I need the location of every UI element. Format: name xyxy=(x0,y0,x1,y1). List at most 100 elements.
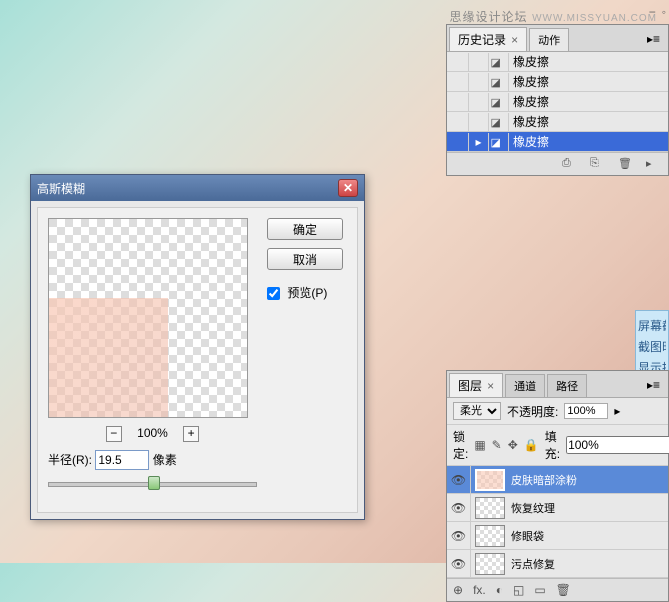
close-icon[interactable]: ✕ xyxy=(338,179,358,197)
new-group-icon[interactable]: ▭ xyxy=(534,583,545,597)
visibility-eye-icon[interactable]: 👁 xyxy=(447,550,471,577)
close-panel-icon[interactable]: ◦ xyxy=(662,5,666,19)
layer-thumbnail[interactable] xyxy=(475,525,505,547)
layer-name[interactable]: 污点修复 xyxy=(509,556,668,572)
layer-mask-icon[interactable]: ◐ xyxy=(496,583,503,597)
minimize-icon[interactable]: − xyxy=(649,5,656,19)
lock-paint-icon[interactable]: ✎ xyxy=(492,438,502,452)
blur-preview[interactable] xyxy=(48,218,248,418)
layer-thumbnail[interactable] xyxy=(475,553,505,575)
watermark-url: WWW.MISSYUAN.COM xyxy=(532,13,657,24)
preview-label: 预览(P) xyxy=(287,286,327,300)
history-item-label: 橡皮擦 xyxy=(509,73,549,90)
history-new-doc-icon[interactable]: ⎙ xyxy=(562,157,578,171)
layer-name[interactable]: 皮肤暗部涂粉 xyxy=(509,472,668,488)
lock-all-icon[interactable]: 🔒 xyxy=(524,438,539,452)
zoom-out-button[interactable]: − xyxy=(106,426,122,442)
lock-label: 锁定: xyxy=(453,428,468,462)
history-col2 xyxy=(469,73,489,91)
blend-mode-select[interactable]: 柔光 xyxy=(453,402,501,420)
history-item-label: 橡皮擦 xyxy=(509,113,549,130)
eraser-icon: ◪ xyxy=(489,73,509,91)
dialog-titlebar[interactable]: 高斯模糊 ✕ xyxy=(31,175,364,201)
ok-button[interactable]: 确定 xyxy=(267,218,343,240)
history-item[interactable]: ▸◪橡皮擦 xyxy=(447,132,668,152)
layer-fx-icon[interactable]: fx. xyxy=(473,583,486,597)
radius-input[interactable] xyxy=(95,450,149,470)
zoom-controls: − 100% + xyxy=(48,426,257,442)
watermark-text: 思缘设计论坛 xyxy=(449,10,527,24)
history-more-icon[interactable]: ▸ xyxy=(646,157,662,171)
layer-row[interactable]: 👁 皮肤暗部涂粉 xyxy=(447,466,668,494)
cancel-button[interactable]: 取消 xyxy=(267,248,343,270)
history-col1 xyxy=(449,93,469,111)
history-snapshot-icon[interactable]: ⎘ xyxy=(590,157,606,171)
layers-tabs: 图层 × 通道 路径 ▸≡ xyxy=(447,371,668,398)
eraser-icon: ◪ xyxy=(489,93,509,111)
tab-close-icon[interactable]: × xyxy=(511,33,518,47)
layer-thumbnail[interactable] xyxy=(475,469,505,491)
layers-list: 👁 皮肤暗部涂粉 👁 恢复纹理 👁 修眼袋 👁 污点修复 xyxy=(447,466,668,578)
history-col2 xyxy=(469,93,489,111)
tab-paths[interactable]: 路径 xyxy=(547,374,587,397)
zoom-in-button[interactable]: + xyxy=(183,426,199,442)
history-footer: ⎙ ⎘ 🗑 ▸ xyxy=(447,152,668,175)
history-item[interactable]: ◪橡皮擦 xyxy=(447,92,668,112)
history-item-label: 橡皮擦 xyxy=(509,133,549,150)
fill-label: 填充: xyxy=(545,428,560,462)
info-row-0: 屏幕截 xyxy=(638,315,666,336)
radius-slider[interactable] xyxy=(48,474,257,494)
visibility-eye-icon[interactable]: 👁 xyxy=(447,494,471,521)
tab-layers-label: 图层 xyxy=(458,379,482,393)
tab-layers[interactable]: 图层 × xyxy=(449,373,503,397)
delete-layer-icon[interactable]: 🗑 xyxy=(556,583,571,597)
history-col1 xyxy=(449,133,469,151)
visibility-eye-icon[interactable]: 👁 xyxy=(447,466,471,493)
history-item-label: 橡皮擦 xyxy=(509,93,549,110)
opacity-input[interactable] xyxy=(564,403,608,419)
history-col2 xyxy=(469,113,489,131)
slider-thumb[interactable] xyxy=(148,476,160,490)
eraser-icon: ◪ xyxy=(489,53,509,71)
layer-row[interactable]: 👁 修眼袋 xyxy=(447,522,668,550)
layer-row[interactable]: 👁 污点修复 xyxy=(447,550,668,578)
layer-options-row: 柔光 不透明度: ▸ xyxy=(447,398,668,425)
history-delete-icon[interactable]: 🗑 xyxy=(618,157,634,171)
zoom-percent: 100% xyxy=(137,426,168,440)
history-item[interactable]: ◪橡皮擦 xyxy=(447,72,668,92)
history-list: ◪橡皮擦◪橡皮擦◪橡皮擦◪橡皮擦▸◪橡皮擦 xyxy=(447,52,668,152)
history-panel: − ◦ 历史记录 × 动作 ▸≡ ◪橡皮擦◪橡皮擦◪橡皮擦◪橡皮擦▸◪橡皮擦 ⎙… xyxy=(446,24,669,176)
lock-transparent-icon[interactable]: ▦ xyxy=(474,438,485,452)
panel-menu-icon[interactable]: ▸≡ xyxy=(641,378,666,392)
layers-panel: 图层 × 通道 路径 ▸≡ 柔光 不透明度: ▸ 锁定: ▦ ✎ ✥ 🔒 填充:… xyxy=(446,370,669,602)
tab-actions[interactable]: 动作 xyxy=(529,28,569,51)
history-item-label: 橡皮擦 xyxy=(509,53,549,70)
preview-checkbox[interactable] xyxy=(267,287,280,300)
adjustment-layer-icon[interactable]: ◱ xyxy=(513,583,524,597)
fill-input[interactable] xyxy=(566,436,669,454)
history-col2 xyxy=(469,53,489,71)
chevron-icon[interactable]: ▸ xyxy=(614,404,620,418)
layer-name[interactable]: 修眼袋 xyxy=(509,528,668,544)
history-item[interactable]: ◪橡皮擦 xyxy=(447,112,668,132)
watermark: 思缘设计论坛 WWW.MISSYUAN.COM xyxy=(449,8,657,25)
history-col1 xyxy=(449,113,469,131)
history-item[interactable]: ◪橡皮擦 xyxy=(447,52,668,72)
history-tabs: 历史记录 × 动作 ▸≡ xyxy=(447,25,668,52)
radius-label: 半径(R): xyxy=(48,453,92,467)
link-layers-icon[interactable]: ⊕ xyxy=(453,583,463,597)
panel-menu-icon[interactable]: ▸≡ xyxy=(641,32,666,46)
lock-move-icon[interactable]: ✥ xyxy=(508,438,518,452)
visibility-eye-icon[interactable]: 👁 xyxy=(447,522,471,549)
tab-close-icon[interactable]: × xyxy=(487,379,494,393)
gaussian-blur-dialog: 高斯模糊 ✕ − 100% + 半径(R): 像素 确定 取消 xyxy=(30,174,365,520)
tab-history[interactable]: 历史记录 × xyxy=(449,27,527,51)
history-col2: ▸ xyxy=(469,133,489,151)
layer-row[interactable]: 👁 恢复纹理 xyxy=(447,494,668,522)
tab-history-label: 历史记录 xyxy=(458,33,506,47)
dialog-left: − 100% + 半径(R): 像素 xyxy=(48,218,257,502)
history-col1 xyxy=(449,73,469,91)
layer-name[interactable]: 恢复纹理 xyxy=(509,500,668,516)
layer-thumbnail[interactable] xyxy=(475,497,505,519)
tab-channels[interactable]: 通道 xyxy=(505,374,545,397)
